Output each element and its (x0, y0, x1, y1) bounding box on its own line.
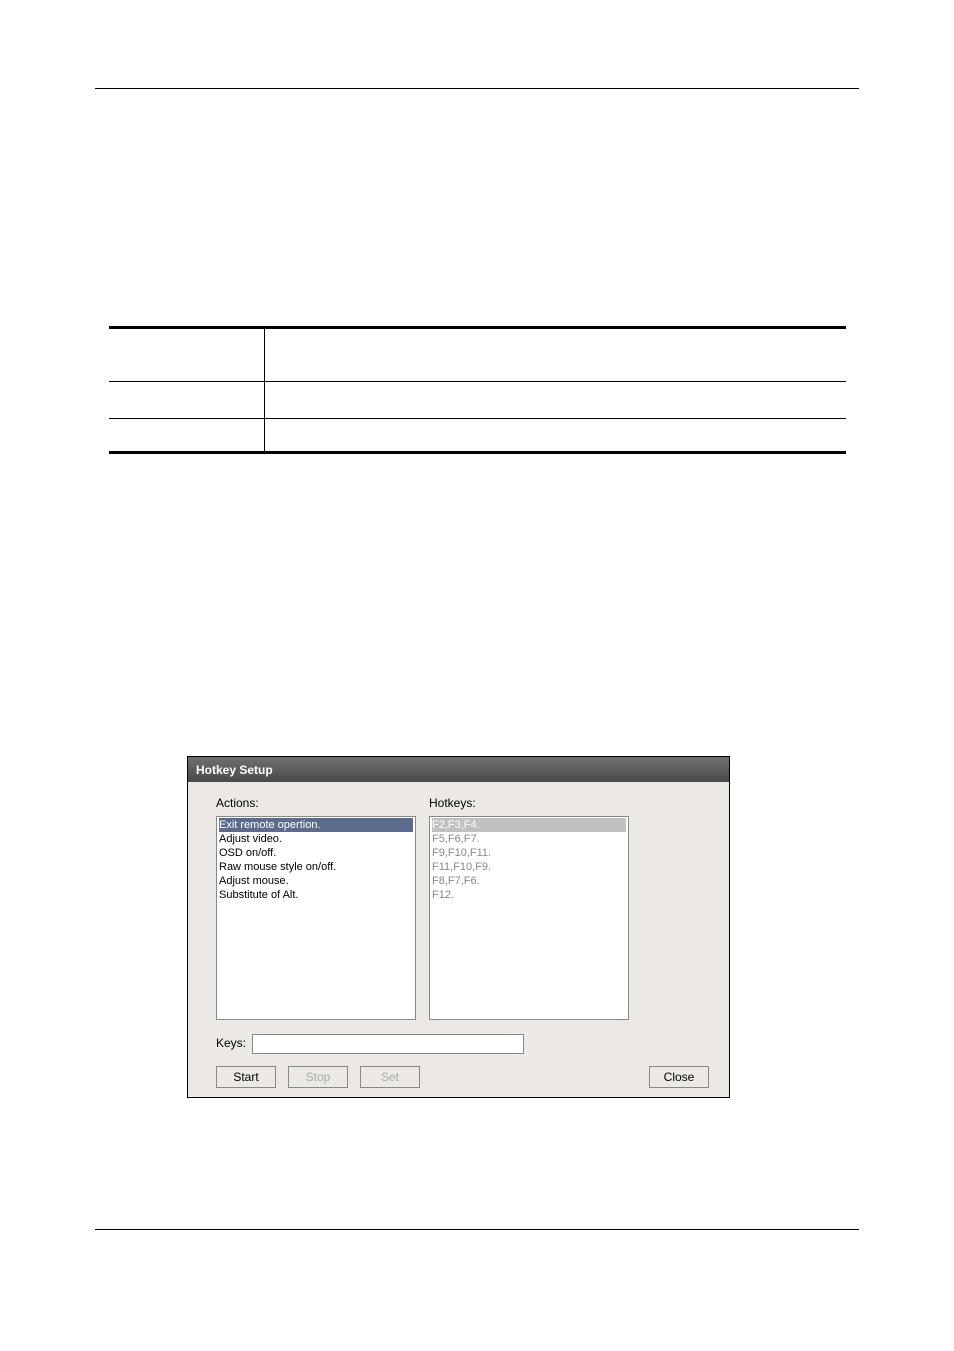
close-button[interactable]: Close (649, 1066, 709, 1088)
actions-label: Actions: (216, 796, 259, 810)
list-item[interactable]: Substitute of Alt. (219, 888, 413, 902)
page-bottom-rule (95, 1229, 859, 1230)
list-item[interactable]: F9,F10,F11. (432, 846, 626, 860)
list-item[interactable]: Raw mouse style on/off. (219, 860, 413, 874)
list-item[interactable]: Exit remote opertion. (219, 818, 413, 832)
page-top-rule (95, 88, 859, 89)
list-item[interactable]: F5,F6,F7. (432, 832, 626, 846)
list-item[interactable]: F2,F3,F4. (432, 818, 626, 832)
list-item[interactable]: F12. (432, 888, 626, 902)
list-item[interactable]: Adjust video. (219, 832, 413, 846)
keys-field[interactable] (252, 1034, 524, 1054)
stop-button[interactable]: Stop (288, 1066, 348, 1088)
start-button[interactable]: Start (216, 1066, 276, 1088)
dialog-body: Actions: Hotkeys: Exit remote opertion. … (188, 782, 729, 1097)
hotkeys-listbox[interactable]: F2,F3,F4. F5,F6,F7. F9,F10,F11. F11,F10,… (429, 816, 629, 1020)
dialog-titlebar: Hotkey Setup (188, 757, 729, 782)
keys-label: Keys: (216, 1036, 246, 1050)
set-button[interactable]: Set (360, 1066, 420, 1088)
hotkeys-label: Hotkeys: (429, 796, 476, 810)
list-item[interactable]: OSD on/off. (219, 846, 413, 860)
hotkey-setup-dialog: Hotkey Setup Actions: Hotkeys: Exit remo… (187, 756, 730, 1098)
list-item[interactable]: F11,F10,F9. (432, 860, 626, 874)
actions-listbox[interactable]: Exit remote opertion. Adjust video. OSD … (216, 816, 416, 1020)
list-item[interactable]: F8,F7,F6. (432, 874, 626, 888)
table-outline (109, 326, 846, 454)
dialog-title: Hotkey Setup (196, 763, 273, 777)
list-item[interactable]: Adjust mouse. (219, 874, 413, 888)
